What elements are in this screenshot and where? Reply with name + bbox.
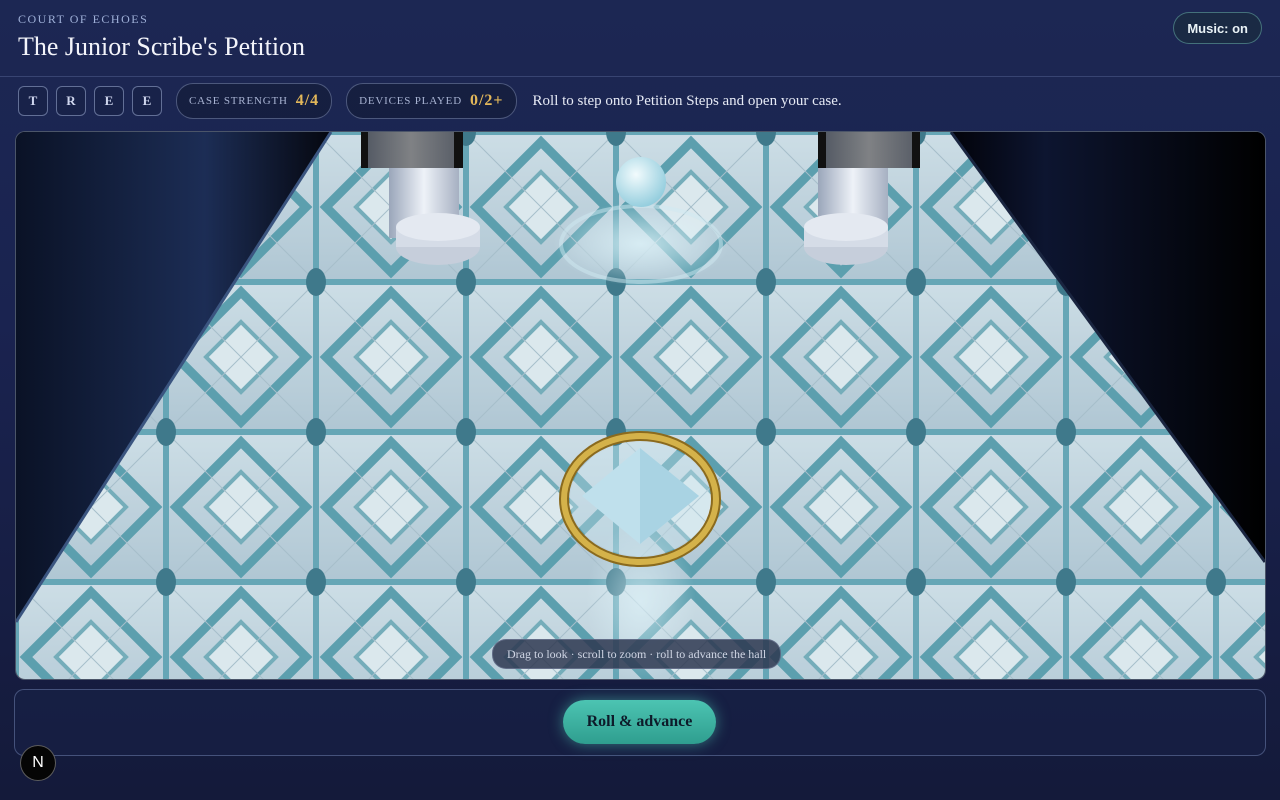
roll-advance-button[interactable]: Roll & advance	[563, 700, 716, 744]
distant-glow	[553, 202, 729, 286]
game-subtitle: COURT OF ECHOES	[18, 12, 149, 26]
n-logo-icon[interactable]: N	[20, 745, 56, 781]
devices-played-pill: DEVICES PLAYED 0/2+	[346, 83, 517, 119]
player-token	[559, 431, 721, 567]
header: COURT OF ECHOES The Junior Scribe's Peti…	[0, 0, 1280, 77]
status-bar: T R E E CASE STRENGTH 4/4 DEVICES PLAYED…	[18, 83, 842, 119]
case-strength-label: CASE STRENGTH	[189, 95, 288, 107]
floating-orb	[616, 157, 666, 207]
case-strength-pill: CASE STRENGTH 4/4	[176, 83, 333, 119]
devices-played-value: 0/2+	[469, 92, 504, 109]
page-title: The Junior Scribe's Petition	[18, 32, 306, 61]
controls-hint: Drag to look · scroll to zoom · roll to …	[492, 639, 782, 669]
letter-tile: E	[132, 86, 162, 116]
status-message: Roll to step onto Petition Steps and ope…	[532, 92, 842, 109]
letter-tile: R	[56, 86, 86, 116]
letter-tile: T	[18, 86, 48, 116]
case-strength-value: 4/4	[295, 92, 320, 109]
music-toggle-button[interactable]: Music: on	[1173, 12, 1262, 44]
hall-scene[interactable]	[16, 132, 1265, 679]
scene-viewport[interactable]	[15, 131, 1266, 680]
devices-played-label: DEVICES PLAYED	[359, 95, 462, 107]
letter-tile: E	[94, 86, 124, 116]
